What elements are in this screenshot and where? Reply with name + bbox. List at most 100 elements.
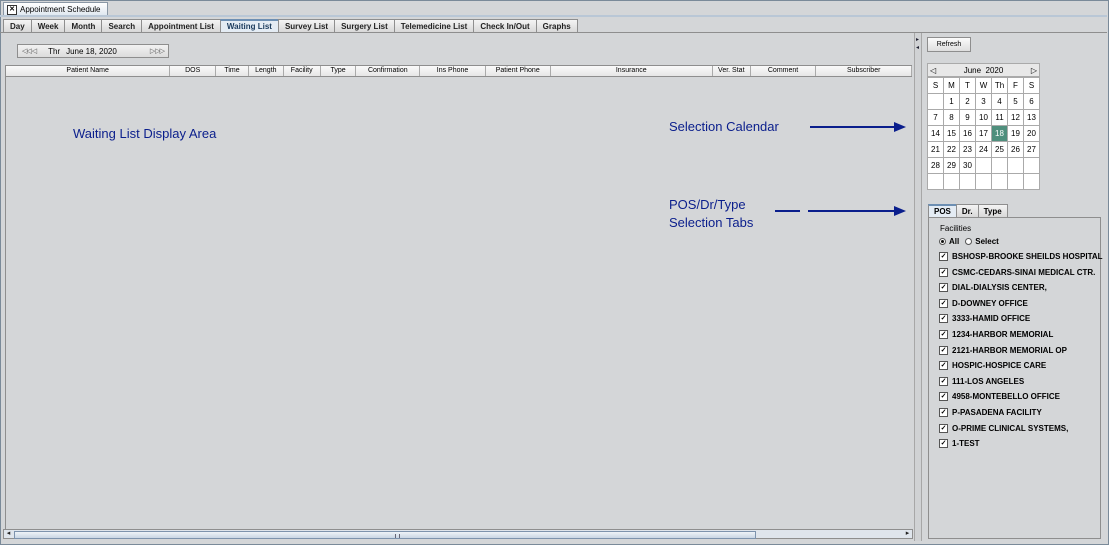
facility-row[interactable]: ✓ HOSPIC-HOSPICE CARE [939,361,1046,371]
facility-row[interactable]: ✓ 1-TEST [939,439,980,449]
tab-waiting-list[interactable]: Waiting List [219,19,278,33]
facility-row[interactable]: ✓ 111-LOS ANGELES [939,376,1024,386]
calendar-day[interactable]: 14 [928,126,944,142]
calendar-day[interactable]: 9 [960,110,976,126]
tab-month[interactable]: Month [64,19,102,33]
calendar-day[interactable]: 22 [944,142,960,158]
window-tab[interactable]: ✕ Appointment Schedule [3,2,108,16]
next-date-icon[interactable]: ▷ ▷▷ [150,47,165,55]
tab-week[interactable]: Week [30,19,65,33]
calendar-day[interactable]: 15 [944,126,960,142]
facility-checkbox[interactable]: ✓ [939,330,948,339]
tab-dr[interactable]: Dr. [955,204,978,218]
calendar-day[interactable]: 7 [928,110,944,126]
facility-checkbox[interactable]: ✓ [939,392,948,402]
facility-row[interactable]: ✓ 4958-MONTEBELLO OFFICE [939,392,1060,402]
column-header-comment[interactable]: Comment [751,66,817,76]
calendar-day[interactable]: 8 [944,110,960,126]
facility-row[interactable]: ✓ 3333-HAMID OFFICE [939,314,1030,324]
calendar-day[interactable]: 18 [992,126,1008,142]
facility-checkbox[interactable]: ✓ [939,345,948,355]
calendar-day[interactable]: 29 [944,158,960,174]
previous-month-icon[interactable]: ◁ [930,66,936,75]
calendar-day[interactable]: 20 [1024,126,1040,142]
facility-checkbox[interactable]: ✓ [939,376,948,386]
facility-row[interactable]: ✓ DIAL-DIALYSIS CENTER, [939,283,1047,293]
calendar-day[interactable]: 13 [1024,110,1040,126]
column-header-facility[interactable]: Facility [284,66,321,76]
column-header-time[interactable]: Time [216,66,249,76]
horizontal-scrollbar[interactable]: ◂ ▸ [3,529,913,539]
calendar-day[interactable]: 4 [992,94,1008,110]
collapse-left-icon[interactable]: ◂ [916,44,919,51]
facility-checkbox[interactable]: ✓ [939,283,948,293]
calendar-day[interactable]: 16 [960,126,976,142]
tab-survey-list[interactable]: Survey List [277,19,335,33]
calendar-day[interactable]: 1 [944,94,960,110]
facility-row[interactable]: ✓ BSHOSP-BROOKE SHEILDS HOSPITAL [939,252,1103,261]
previous-date-icon[interactable]: ◁◁ ◁ [22,47,37,55]
calendar-day[interactable]: 6 [1024,94,1040,110]
calendar-day[interactable]: 5 [1008,94,1024,110]
tab-telemedicine-list[interactable]: Telemedicine List [393,19,474,33]
tab-graphs[interactable]: Graphs [535,19,578,33]
tab-appointment-list[interactable]: Appointment List [141,19,220,33]
facility-checkbox[interactable]: ✓ [939,298,948,308]
tab-surgery-list[interactable]: Surgery List [334,19,394,33]
calendar-day[interactable]: 3 [976,94,992,110]
calendar-day[interactable]: 2 [960,94,976,110]
calendar-day[interactable]: 30 [960,158,976,174]
radio-select[interactable] [965,238,973,245]
facility-row[interactable]: ✓ P-PASADENA FACILITY [939,408,1042,417]
scrollbar-thumb[interactable] [14,531,756,539]
calendar-day[interactable]: 26 [1008,142,1024,158]
calendar-day[interactable]: 28 [928,158,944,174]
facility-checkbox[interactable]: ✓ [939,408,948,417]
calendar-day[interactable]: 12 [1008,110,1024,126]
facility-checkbox[interactable]: ✓ [939,361,948,371]
tab-type[interactable]: Type [977,204,1008,218]
calendar-day[interactable]: 21 [928,142,944,158]
facility-row[interactable]: ✓ 2121-HARBOR MEMORIAL OP [939,345,1067,355]
facility-row[interactable]: ✓ 1234-HARBOR MEMORIAL [939,330,1053,339]
panel-splitter[interactable]: ▸ ◂ [914,33,922,541]
facility-checkbox[interactable]: ✓ [939,252,948,261]
calendar-day[interactable]: 19 [1008,126,1024,142]
scroll-left-icon[interactable]: ◂ [4,530,13,538]
refresh-button[interactable]: Refresh [927,37,971,52]
facility-checkbox[interactable]: ✓ [939,314,948,324]
column-header-length[interactable]: Length [249,66,284,76]
tab-check-in-out[interactable]: Check In/Out [473,19,536,33]
collapse-right-icon[interactable]: ▸ [916,36,919,43]
tab-pos[interactable]: POS [928,204,956,218]
column-header-patient-name[interactable]: Patient Name [6,66,171,76]
calendar-day[interactable]: 17 [976,126,992,142]
facility-row[interactable]: ✓ D-DOWNEY OFFICE [939,298,1028,308]
facility-row[interactable]: ✓ O-PRIME CLINICAL SYSTEMS, [939,423,1068,433]
column-header-ver-stat[interactable]: Ver. Stat [713,66,751,76]
close-icon[interactable]: ✕ [7,4,17,15]
calendar-day[interactable]: 23 [960,142,976,158]
column-header-insurance[interactable]: Insurance [551,66,713,76]
scroll-right-icon[interactable]: ▸ [903,530,912,538]
tab-day[interactable]: Day [3,19,31,33]
facility-checkbox[interactable]: ✓ [939,267,948,277]
radio-all[interactable] [939,238,946,245]
facility-row[interactable]: ✓ CSMC-CEDARS-SINAI MEDICAL CTR. [939,267,1095,277]
column-header-patient-phone[interactable]: Patient Phone [486,66,551,76]
calendar-day[interactable]: 10 [976,110,992,126]
calendar-day[interactable]: 25 [992,142,1008,158]
facility-checkbox[interactable]: ✓ [939,423,948,433]
facility-checkbox[interactable]: ✓ [939,439,948,449]
calendar-day[interactable]: 27 [1024,142,1040,158]
column-header-ins-phone[interactable]: Ins Phone [420,66,486,76]
display-area-annotation: Waiting List Display Area [73,126,217,141]
calendar-day[interactable]: 24 [976,142,992,158]
column-header-subscriber[interactable]: Subscriber [816,66,912,76]
calendar-day[interactable]: 11 [992,110,1008,126]
next-month-icon[interactable]: ▷ [1031,66,1037,75]
column-header-dos[interactable]: DOS [170,66,217,76]
column-header-confirmation[interactable]: Confirmation [356,66,421,76]
tab-search[interactable]: Search [101,19,142,33]
column-header-type[interactable]: Type [321,66,357,76]
